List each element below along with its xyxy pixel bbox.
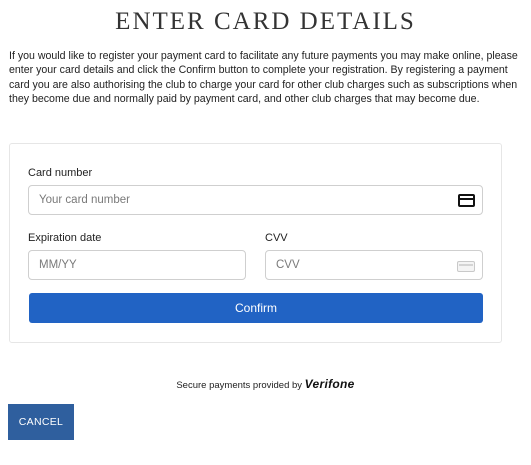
- page-title: ENTER CARD DETAILS: [115, 8, 416, 35]
- cvv-label: CVV: [265, 232, 288, 244]
- secure-payments-note: Secure payments provided by Verifone: [0, 377, 531, 391]
- expiration-date-field[interactable]: MM/YY: [28, 250, 246, 280]
- confirm-button[interactable]: Confirm: [29, 293, 483, 323]
- card-number-label: Card number: [28, 167, 93, 179]
- cvv-field[interactable]: CVV: [265, 250, 483, 280]
- expiration-date-placeholder: MM/YY: [39, 259, 77, 271]
- cvv-placeholder: CVV: [276, 259, 300, 271]
- card-details-panel: Card number Your card number Expiration …: [9, 143, 502, 343]
- credit-card-icon: [458, 194, 475, 207]
- secure-payments-text: Secure payments provided by: [176, 380, 303, 391]
- verifone-logo: Verifone: [304, 377, 355, 391]
- card-back-icon: [457, 261, 475, 272]
- intro-text: If you would like to register your payme…: [9, 50, 518, 106]
- card-number-placeholder: Your card number: [39, 194, 130, 206]
- cancel-button[interactable]: CANCEL: [8, 404, 74, 440]
- expiration-date-label: Expiration date: [28, 232, 102, 244]
- card-number-field[interactable]: Your card number: [28, 185, 483, 215]
